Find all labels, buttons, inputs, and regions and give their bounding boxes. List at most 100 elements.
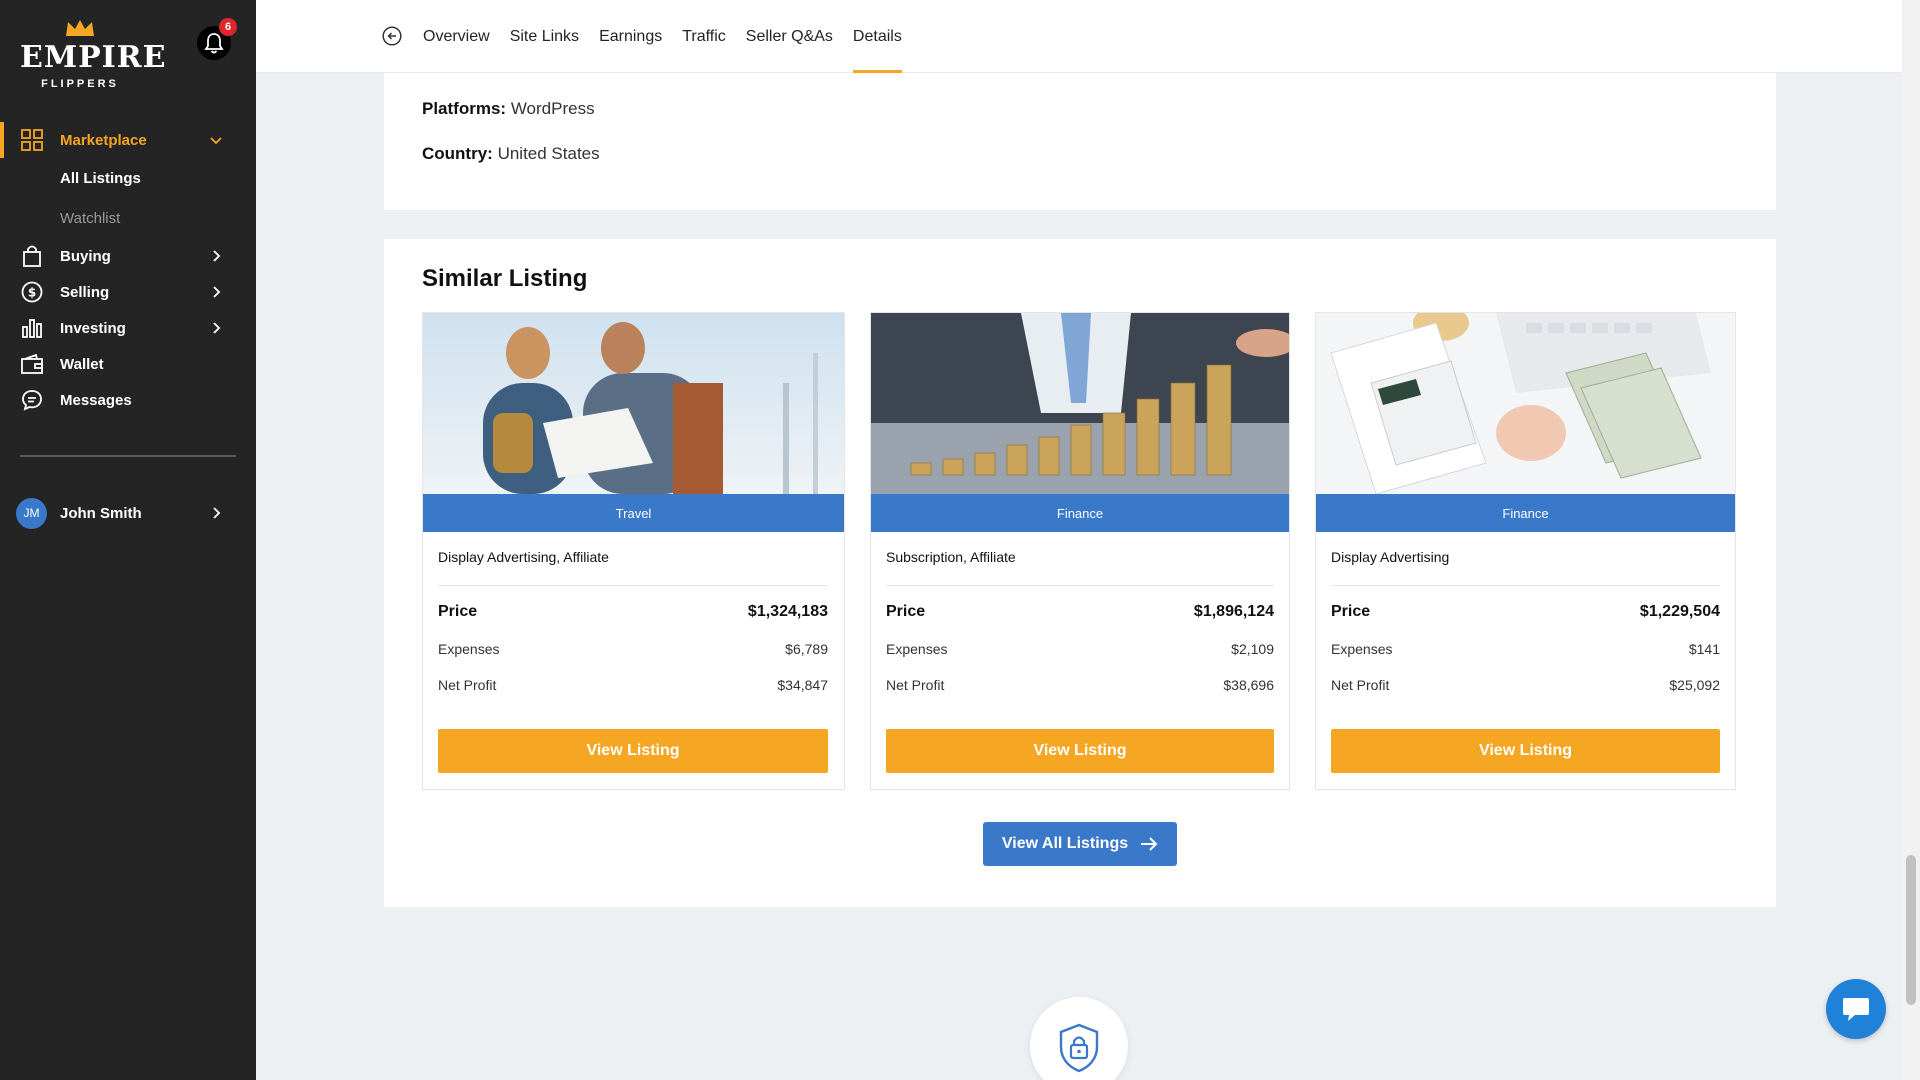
view-all-listings-button[interactable]: View All Listings: [983, 822, 1177, 866]
sidebar-subitem-all-listings[interactable]: All Listings: [0, 158, 256, 198]
listing-thumbnail-travel[interactable]: [423, 313, 844, 494]
sidebar-item-label: Buying: [60, 247, 111, 265]
page-scrollbar[interactable]: [1902, 0, 1920, 1080]
listing-thumbnail-finance-coins[interactable]: [871, 313, 1289, 494]
sidebar: EMPIRE FLIPPERS 6 Marketplace All Listin…: [0, 0, 256, 1080]
sidebar-nav: Marketplace All Listings Watchlist Buyin…: [0, 122, 256, 418]
sidebar-item-selling[interactable]: $ Selling: [0, 274, 256, 310]
expenses-label: Expenses: [438, 641, 500, 657]
crown-icon: [66, 20, 94, 36]
secure-badge: [1030, 997, 1128, 1080]
logo-wordmark: EMPIRE: [20, 40, 167, 75]
sidebar-item-label: Wallet: [60, 355, 104, 373]
bar-chart-icon: [20, 316, 44, 340]
empire-flippers-logo[interactable]: EMPIRE FLIPPERS: [20, 18, 167, 90]
country-value: United States: [497, 144, 600, 163]
sidebar-item-investing[interactable]: Investing: [0, 310, 256, 346]
grid-icon: [20, 128, 44, 152]
sidebar-item-label: Marketplace: [60, 131, 147, 149]
chat-widget-button[interactable]: [1826, 979, 1886, 1039]
user-name: John Smith: [60, 504, 142, 522]
price-value: $1,229,504: [1639, 603, 1720, 620]
view-listing-button[interactable]: View Listing: [1331, 729, 1720, 773]
notification-count-badge: 6: [219, 18, 237, 36]
listing-price-row: Price $1,896,124: [886, 603, 1274, 621]
listing-card: Finance Display Advertising Price $1,229…: [1315, 312, 1736, 790]
tab-traffic[interactable]: Traffic: [682, 0, 726, 73]
user-menu[interactable]: JM John Smith: [16, 497, 240, 529]
expenses-label: Expenses: [886, 641, 948, 657]
tab-seller-qas[interactable]: Seller Q&As: [746, 0, 833, 73]
price-label: Price: [438, 603, 478, 620]
price-value: $1,324,183: [747, 603, 828, 620]
notification-bell-button[interactable]: 6: [197, 18, 237, 60]
listing-divider: [886, 585, 1274, 586]
view-listing-button[interactable]: View Listing: [886, 729, 1274, 773]
listing-net-profit-row: Net Profit $34,847: [438, 677, 828, 693]
sidebar-item-messages[interactable]: Messages: [0, 382, 256, 418]
platforms-label: Platforms:: [422, 99, 507, 118]
listing-price-row: Price $1,229,504: [1331, 603, 1720, 621]
net-profit-label: Net Profit: [886, 677, 945, 693]
platforms-value: WordPress: [510, 99, 595, 118]
chat-icon: [20, 388, 44, 412]
listing-expenses-row: Expenses $2,109: [886, 641, 1274, 657]
sidebar-item-label: Selling: [60, 283, 110, 301]
avatar: JM: [16, 497, 47, 529]
country-detail: Country: United States: [422, 144, 600, 164]
listing-net-profit-row: Net Profit $25,092: [1331, 677, 1720, 693]
svg-text:$: $: [28, 286, 36, 300]
similar-listings-card: Similar Listing Travel Display Advertisi…: [384, 239, 1776, 907]
listing-expenses-row: Expenses $141: [1331, 641, 1720, 657]
bell-icon: [204, 33, 224, 54]
price-value: $1,896,124: [1193, 603, 1274, 620]
sidebar-divider: [20, 455, 236, 457]
listing-monetization: Display Advertising: [1331, 549, 1450, 565]
listing-category-badge: Travel: [423, 494, 844, 532]
logo-subtitle: FLIPPERS: [41, 78, 119, 90]
sidebar-item-wallet[interactable]: Wallet: [0, 346, 256, 382]
listing-category-badge: Finance: [871, 494, 1289, 532]
sidebar-item-buying[interactable]: Buying: [0, 238, 256, 274]
expenses-value: $141: [1688, 641, 1720, 657]
view-listing-button[interactable]: View Listing: [438, 729, 828, 773]
listing-expenses-row: Expenses $6,789: [438, 641, 828, 657]
net-profit-value: $25,092: [1669, 677, 1720, 693]
chat-bubble-icon: [1843, 998, 1869, 1021]
listing-divider: [1331, 585, 1720, 586]
net-profit-label: Net Profit: [1331, 677, 1390, 693]
listing-price-row: Price $1,324,183: [438, 603, 828, 621]
chevron-right-icon: [213, 507, 221, 519]
net-profit-label: Net Profit: [438, 677, 497, 693]
sidebar-subitem-watchlist[interactable]: Watchlist: [0, 198, 256, 238]
shield-lock-icon: [1059, 1023, 1099, 1073]
listing-card: Finance Subscription, Affiliate Price $1…: [870, 312, 1290, 790]
expenses-value: $2,109: [1231, 641, 1274, 657]
section-title: Similar Listing: [422, 265, 588, 292]
back-arrow-icon[interactable]: [382, 26, 402, 46]
sidebar-item-label: Investing: [60, 319, 126, 337]
price-label: Price: [1331, 603, 1371, 620]
tab-earnings[interactable]: Earnings: [599, 0, 662, 73]
expenses-value: $6,789: [785, 641, 828, 657]
chevron-right-icon: [213, 286, 221, 298]
view-all-listings-label: View All Listings: [1001, 835, 1129, 852]
country-label: Country:: [422, 144, 493, 163]
listing-card: Travel Display Advertising, Affiliate Pr…: [422, 312, 845, 790]
scrollbar-thumb[interactable]: [1906, 855, 1916, 1005]
wallet-icon: [20, 352, 44, 376]
listing-thumbnail-finance-calculator[interactable]: [1316, 313, 1735, 494]
listing-divider: [438, 585, 828, 586]
details-card: Platforms: WordPress Country: United Sta…: [384, 73, 1776, 210]
chevron-right-icon: [213, 250, 221, 262]
sidebar-item-label: Messages: [60, 391, 132, 409]
tab-site-links[interactable]: Site Links: [510, 0, 579, 73]
sidebar-item-marketplace[interactable]: Marketplace: [0, 122, 256, 158]
expenses-label: Expenses: [1331, 641, 1393, 657]
listing-category-badge: Finance: [1316, 494, 1735, 532]
net-profit-value: $38,696: [1223, 677, 1274, 693]
arrow-right-icon: [1141, 837, 1158, 851]
listing-monetization: Display Advertising, Affiliate: [438, 549, 609, 565]
tab-details[interactable]: Details: [852, 0, 902, 73]
tab-overview[interactable]: Overview: [423, 0, 490, 73]
